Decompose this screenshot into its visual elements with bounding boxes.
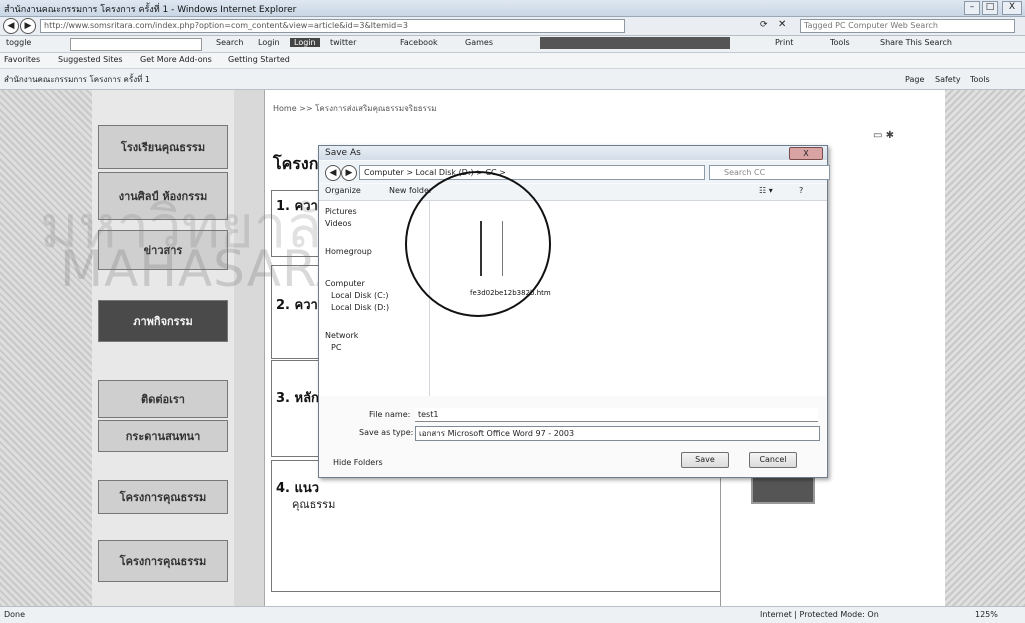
- login-link[interactable]: Login: [258, 38, 280, 47]
- section-4-subtext: คุณธรรม: [292, 498, 336, 511]
- favorites-bar: Favorites Suggested Sites Get More Add-o…: [0, 53, 1025, 69]
- address-bar: ◀ ▶ http://www.somsritara.com/index.php?…: [0, 17, 1025, 36]
- getting-started-link[interactable]: Getting Started: [228, 55, 290, 64]
- section-box-4: 4. แนว คุณธรรม: [271, 460, 721, 592]
- right-decoration: [945, 90, 1025, 606]
- nav-pc[interactable]: PC: [331, 343, 341, 352]
- highlight-circle: [405, 171, 551, 317]
- hide-folders-toggle[interactable]: Hide Folders: [333, 458, 383, 467]
- save-type-row: Save as type: เอกสาร Microsoft Office Wo…: [319, 426, 827, 442]
- forward-arrow-icon[interactable]: ▶: [20, 18, 36, 34]
- nav-item-contact[interactable]: ติดต่อเรา: [98, 380, 228, 418]
- save-type-label: Save as type:: [359, 428, 414, 437]
- nav-local-disk-c[interactable]: Local Disk (C:): [331, 291, 389, 300]
- dialog-path-breadcrumb[interactable]: Computer > Local Disk (D:) > CC >: [359, 165, 705, 180]
- nav-item-project-2[interactable]: โครงการคุณธรรม: [98, 540, 228, 582]
- addons-link[interactable]: Get More Add-ons: [140, 55, 212, 64]
- back-arrow-icon[interactable]: ◀: [3, 18, 19, 34]
- close-button[interactable]: X: [1002, 1, 1022, 15]
- suggested-sites-link[interactable]: Suggested Sites: [58, 55, 123, 64]
- tools-menu[interactable]: Tools: [970, 75, 990, 84]
- maximize-button[interactable]: □: [982, 1, 998, 15]
- nav-computer[interactable]: Computer: [325, 279, 365, 288]
- view-icon[interactable]: ☷ ▾: [759, 186, 773, 195]
- nav-videos[interactable]: Videos: [325, 219, 352, 228]
- search-input[interactable]: Tagged PC Computer Web Search: [800, 19, 1015, 33]
- cancel-button[interactable]: Cancel: [749, 452, 797, 468]
- left-decoration: [0, 90, 92, 606]
- tools-button[interactable]: Tools: [830, 38, 850, 47]
- organize-button[interactable]: Organize: [325, 186, 361, 195]
- page-menu[interactable]: Page: [905, 75, 924, 84]
- toolbar-banner: [540, 37, 730, 49]
- toggle-button[interactable]: toggle: [6, 38, 31, 47]
- tab-bar: สำนักงานคณะกรรมการ โครงการ ครั้งที่ 1 Pa…: [0, 69, 1025, 90]
- dialog-search-input[interactable]: Search CC: [709, 165, 830, 180]
- save-as-dialog: Save As X ◀ ▶ Computer > Local Disk (D:)…: [318, 145, 830, 478]
- help-icon[interactable]: ?: [799, 186, 803, 195]
- security-zone[interactable]: Internet | Protected Mode: On: [760, 610, 879, 619]
- toolbar: toggle Search Login Login twitter Facebo…: [0, 36, 1025, 53]
- tab-current[interactable]: สำนักงานคณะกรรมการ โครงการ ครั้งที่ 1: [4, 73, 150, 86]
- window-title: สำนักงานคณะกรรมการ โครงการ ครั้งที่ 1 - …: [4, 5, 297, 15]
- file-name-row: File name: test1: [319, 408, 827, 424]
- dialog-back-icon[interactable]: ◀: [325, 165, 341, 181]
- print-button[interactable]: Print: [775, 38, 793, 47]
- window-titlebar: สำนักงานคณะกรรมการ โครงการ ครั้งที่ 1 - …: [0, 0, 1025, 17]
- dialog-title: Save As: [325, 148, 361, 158]
- save-button[interactable]: Save: [681, 452, 729, 468]
- refresh-icon[interactable]: ⟳: [760, 20, 768, 30]
- dialog-nav-bar: ◀ ▶ Computer > Local Disk (D:) > CC > Se…: [319, 161, 830, 183]
- nav-item-project[interactable]: โครงการคุณธรรม: [98, 480, 228, 514]
- dialog-file-pane: fe3d02be12b382b.htm: [405, 171, 826, 396]
- url-input[interactable]: http://www.somsritara.com/index.php?opti…: [40, 19, 625, 33]
- stop-icon[interactable]: ✕: [778, 19, 786, 30]
- toolbar-search-button[interactable]: Search: [216, 38, 243, 47]
- toolbar-search-field[interactable]: [70, 38, 202, 51]
- share-button[interactable]: Share This Search: [880, 38, 952, 47]
- file-name-input[interactable]: test1: [415, 408, 818, 422]
- status-bar: Done Internet | Protected Mode: On 125%: [0, 606, 1025, 623]
- nav-item-school[interactable]: โรงเรียนคุณธรรม: [98, 125, 228, 169]
- save-type-select[interactable]: เอกสาร Microsoft Office Word 97 - 2003: [415, 426, 820, 441]
- section-heading-3: 3. หลัก: [276, 391, 319, 406]
- dialog-close-button[interactable]: X: [789, 147, 823, 160]
- nav-local-disk-d[interactable]: Local Disk (D:): [331, 303, 389, 312]
- safety-menu[interactable]: Safety: [935, 75, 961, 84]
- language-flags-icon[interactable]: ▭ ✱: [873, 130, 894, 141]
- dialog-command-bar: Organize New folder ☷ ▾ ?: [319, 184, 827, 201]
- twitter-link[interactable]: twitter: [330, 38, 356, 47]
- nav-network[interactable]: Network: [325, 331, 358, 340]
- status-text: Done: [4, 610, 26, 619]
- minimize-button[interactable]: –: [964, 1, 980, 15]
- side-navigation: โรงเรียนคุณธรรม งานศิลป์ ห้องกรรม ข่าวสา…: [92, 90, 234, 606]
- dialog-forward-icon[interactable]: ▶: [341, 165, 357, 181]
- nav-item-activities[interactable]: ภาพกิจกรรม: [98, 300, 228, 342]
- favorites-button[interactable]: Favorites: [4, 55, 40, 64]
- nav-homegroup[interactable]: Homegroup: [325, 247, 372, 256]
- facebook-link[interactable]: Facebook: [400, 38, 438, 47]
- nav-item-board[interactable]: กระดานสนทนา: [98, 420, 228, 452]
- zoom-level[interactable]: 125%: [975, 610, 998, 619]
- nav-pictures[interactable]: Pictures: [325, 207, 357, 216]
- file-name-label: File name:: [369, 410, 411, 419]
- dialog-titlebar: Save As X: [319, 146, 827, 160]
- login-button[interactable]: Login: [290, 38, 320, 47]
- breadcrumb[interactable]: Home >> โครงการส่งเสริมคุณธรรมจริยธรรม: [273, 102, 437, 115]
- games-link[interactable]: Games: [465, 38, 493, 47]
